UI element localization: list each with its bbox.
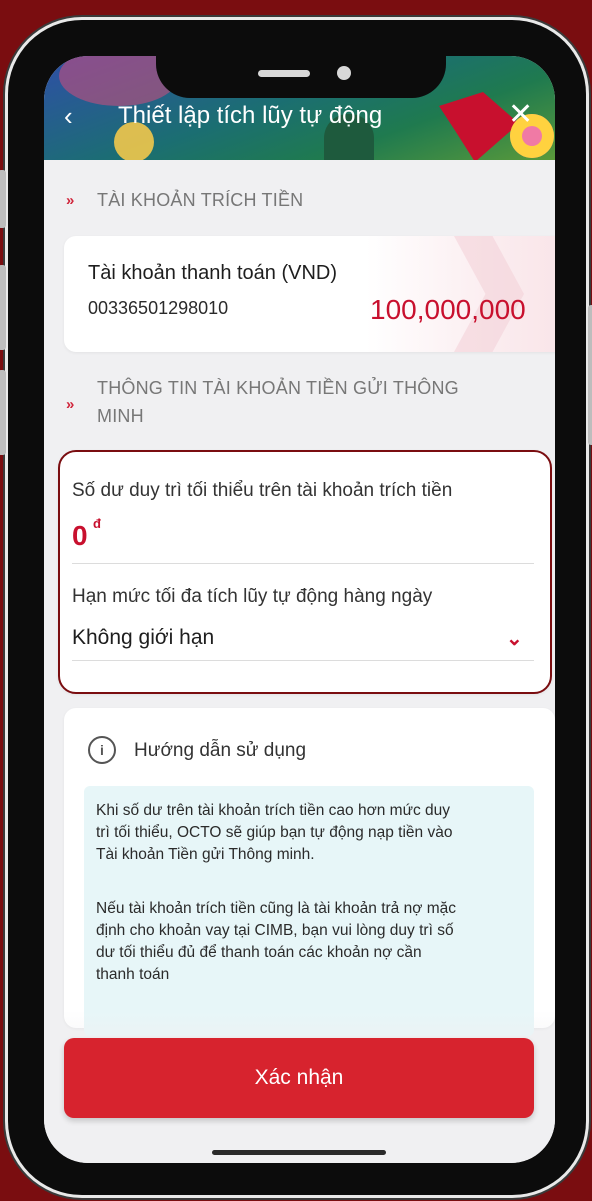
confirm-button[interactable]: Xác nhận: [64, 1038, 534, 1118]
daily-limit-select[interactable]: Không giới hạn: [72, 626, 214, 650]
currency-symbol: đ: [93, 516, 101, 531]
account-name: Tài khoản thanh toán (VND): [88, 262, 338, 284]
min-balance-label: Số dư duy trì tối thiểu trên tài khoản t…: [72, 480, 453, 501]
guide-paragraph: Nếu tài khoản trích tiền cũng là tài kho…: [96, 900, 456, 983]
page-title: Thiết lập tích lũy tự động: [118, 102, 383, 129]
header-decoration: [439, 92, 519, 160]
phone-side-button: [588, 305, 592, 445]
min-balance-input[interactable]: 0: [72, 520, 88, 552]
divider: [72, 563, 534, 564]
home-indicator: [212, 1150, 386, 1155]
chevron-down-icon[interactable]: ⌄: [506, 626, 523, 651]
phone-side-button: [0, 370, 6, 455]
guide-title: Hướng dẫn sử dụng: [134, 740, 307, 761]
daily-limit-label: Hạn mức tối đa tích lũy tự động hàng ngà…: [72, 586, 433, 607]
guide-card: i Hướng dẫn sử dụng Khi số dư trên tài k…: [64, 708, 555, 1036]
camera: [337, 66, 351, 80]
guide-paragraph: Khi số dư trên tài khoản trích tiền cao …: [96, 802, 453, 863]
phone-side-button: [0, 170, 6, 228]
close-icon: ✕: [508, 98, 534, 131]
source-account-card[interactable]: Tài khoản thanh toán (VND) 0033650129801…: [64, 236, 555, 352]
section-label-source-account: TÀI KHOẢN TRÍCH TIỀN: [97, 190, 304, 210]
section-label-smart-deposit: THÔNG TIN TÀI KHOẢN TIỀN GỬI THÔNG MINH: [97, 378, 459, 426]
info-icon: i: [88, 736, 116, 764]
chevron-left-icon: ‹: [64, 101, 73, 131]
double-chevron-icon: »: [66, 396, 75, 413]
close-button[interactable]: ✕: [508, 100, 533, 130]
speaker: [258, 70, 310, 77]
divider: [72, 660, 534, 661]
guide-content: Khi số dư trên tài khoản trích tiền cao …: [84, 786, 534, 1036]
account-number: 00336501298010: [88, 298, 229, 318]
double-chevron-icon: »: [66, 192, 75, 209]
phone-notch: [156, 56, 446, 98]
account-balance: 100,000,000: [370, 294, 526, 325]
phone-side-button: [0, 265, 6, 350]
app-screen: ‹ Thiết lập tích lũy tự động ✕ » TÀI KHO…: [44, 56, 555, 1163]
back-button[interactable]: ‹: [64, 102, 73, 130]
